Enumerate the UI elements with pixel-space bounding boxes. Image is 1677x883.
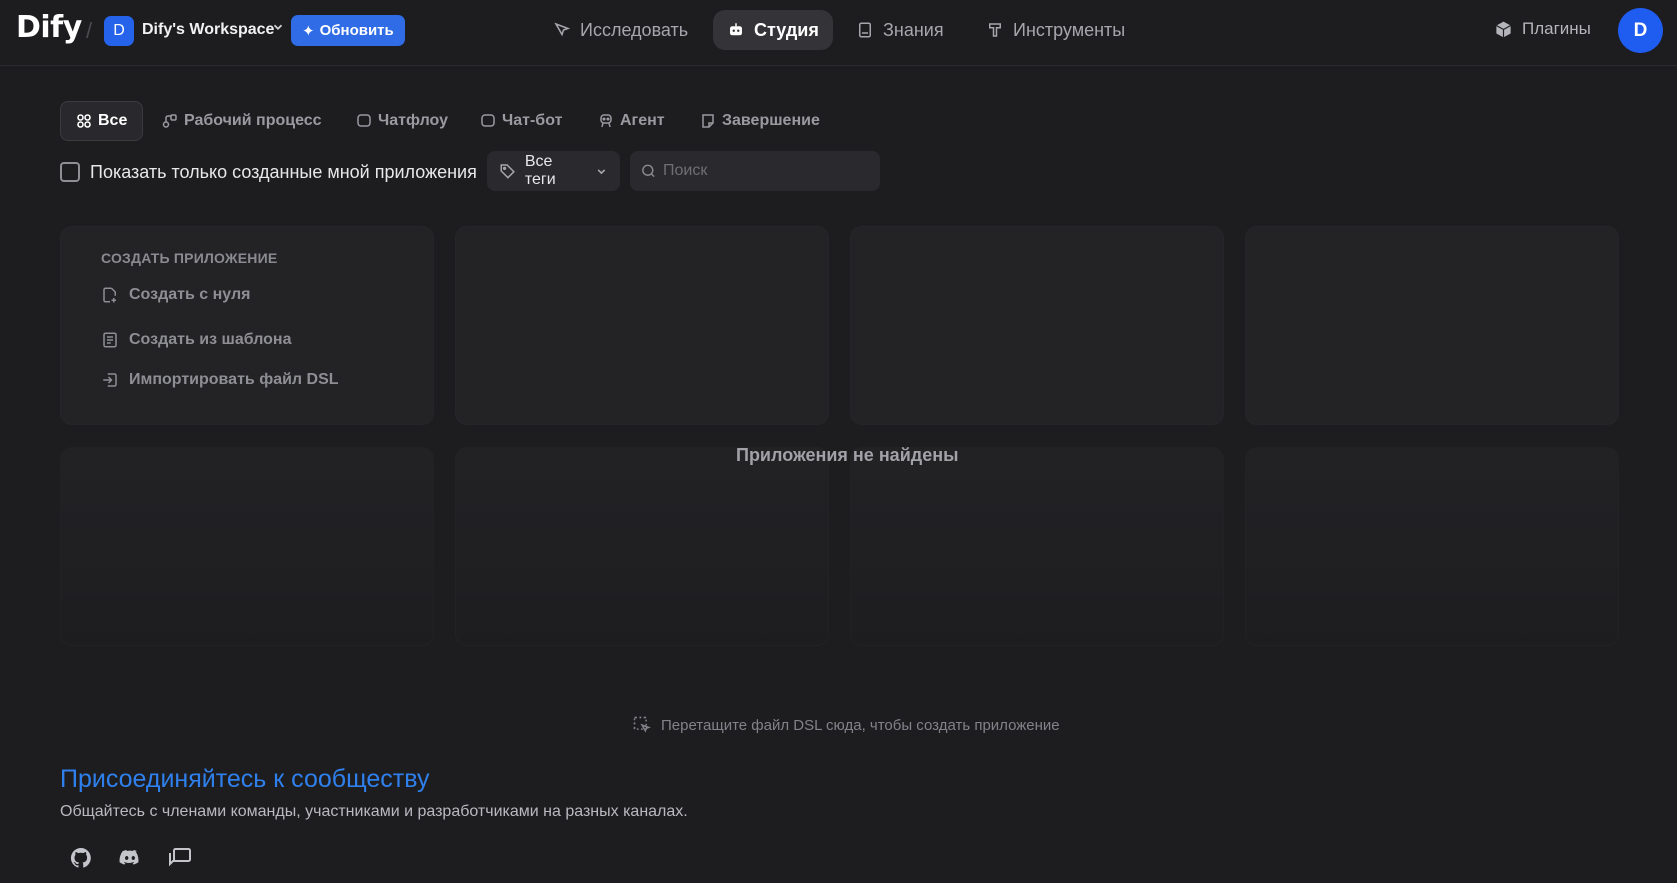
dify-logo[interactable]: Dify — [16, 10, 82, 45]
upgrade-label: Обновить — [319, 22, 394, 39]
placeholder-card — [850, 447, 1224, 646]
tag-filter-label: Все теги — [524, 153, 556, 188]
tab-chatbot-label: Чат-бот — [502, 112, 563, 129]
book-icon — [859, 22, 871, 38]
chevron-down-icon — [597, 168, 606, 174]
tab-all-label: Все — [98, 112, 128, 129]
tab-completion-label: Завершение — [722, 112, 820, 129]
tab-agent[interactable]: Агент — [583, 101, 680, 141]
only-mine-label[interactable]: Показать только созданные мной приложени… — [90, 162, 477, 183]
tab-all[interactable]: Все — [60, 101, 144, 141]
search-box — [630, 151, 880, 191]
breadcrumb-separator: / — [86, 18, 93, 43]
file-plus-icon — [103, 287, 116, 303]
placeholder-card — [1245, 447, 1619, 646]
tab-completion[interactable]: Завершение — [685, 101, 835, 141]
create-from-blank[interactable]: Создать с нуля — [101, 286, 250, 304]
tab-chatflow-label: Чатфлоу — [378, 112, 448, 129]
placeholder-card — [455, 226, 829, 425]
placeholder-card — [455, 447, 829, 646]
create-from-template-label: Создать из шаблона — [129, 331, 292, 348]
nav-studio[interactable]: Студия — [713, 10, 833, 50]
grid-icon — [77, 114, 91, 128]
community-subtitle: Общайтесь с членами команды, участниками… — [60, 803, 688, 820]
search-icon — [642, 164, 655, 178]
discord-link[interactable] — [116, 844, 144, 872]
workspace-avatar[interactable]: D — [104, 16, 134, 46]
placeholder-card — [1245, 226, 1619, 425]
import-dsl[interactable]: Импортировать файл DSL — [101, 371, 339, 389]
chatbot-icon — [481, 114, 495, 127]
user-avatar[interactable]: D — [1618, 8, 1663, 53]
import-icon — [103, 373, 117, 387]
nav-explore[interactable]: Исследовать — [539, 10, 702, 50]
compass-icon — [554, 22, 571, 37]
nav-tools[interactable]: Инструменты — [972, 10, 1139, 50]
agent-icon — [600, 114, 612, 128]
template-icon — [103, 332, 117, 348]
create-app-card: СОЗДАТЬ ПРИЛОЖЕНИЕ Создать с нуля Создат… — [60, 226, 434, 425]
forum-icon — [169, 848, 191, 867]
placeholder-card — [850, 226, 1224, 425]
tab-workflow[interactable]: Рабочий процесс — [147, 101, 337, 141]
search-input[interactable] — [663, 162, 870, 180]
tab-workflow-label: Рабочий процесс — [184, 112, 322, 129]
forum-link[interactable] — [166, 844, 194, 872]
upgrade-button[interactable]: ✦ Обновить — [291, 15, 405, 46]
hammer-icon — [989, 23, 1001, 37]
workflow-icon — [162, 114, 177, 128]
github-icon — [70, 847, 91, 868]
drop-hint: Перетащите файл DSL сюда, чтобы создать … — [632, 715, 1060, 735]
drop-hint-text: Перетащите файл DSL сюда, чтобы создать … — [661, 716, 1060, 734]
sparkle-icon: ✦ — [302, 22, 315, 40]
drag-drop-icon — [633, 716, 651, 733]
tab-chatflow[interactable]: Чатфлоу — [341, 101, 463, 141]
chevron-down-icon[interactable] — [271, 20, 285, 34]
create-from-template[interactable]: Создать из шаблона — [101, 331, 291, 349]
discord-icon — [119, 850, 139, 865]
tab-chatbot[interactable]: Чат-бот — [465, 101, 577, 141]
package-icon — [1496, 21, 1511, 37]
tag-icon — [500, 164, 515, 179]
top-header: Dify / D Dify's Workspace ✦ Обновить Исс… — [0, 0, 1677, 66]
empty-state-text: Приложения не найдены — [736, 445, 959, 465]
tag-filter-select[interactable]: Все теги — [487, 151, 620, 191]
workspace-name[interactable]: Dify's Workspace — [142, 21, 274, 39]
nav-knowledge-label: Знания — [883, 19, 944, 40]
nav-tools-label: Инструменты — [1013, 19, 1126, 40]
nav-knowledge[interactable]: Знания — [842, 10, 958, 50]
create-from-blank-label: Создать с нуля — [129, 286, 251, 303]
plugins-button[interactable]: Плагины — [1494, 19, 1591, 39]
community-title[interactable]: Присоединяйтесь к сообществу — [60, 765, 429, 794]
chatflow-icon — [357, 114, 371, 127]
import-dsl-label: Импортировать файл DSL — [129, 371, 339, 388]
github-link[interactable] — [67, 844, 95, 872]
nav-explore-label: Исследовать — [580, 19, 689, 40]
placeholder-card — [60, 447, 434, 646]
create-app-title: СОЗДАТЬ ПРИЛОЖЕНИЕ — [101, 250, 278, 266]
tab-agent-label: Агент — [620, 112, 665, 129]
plugins-label: Плагины — [1522, 19, 1591, 38]
nav-studio-label: Студия — [754, 19, 819, 40]
completion-icon — [702, 114, 714, 128]
only-mine-checkbox[interactable] — [60, 162, 80, 182]
robot-icon — [730, 23, 742, 36]
